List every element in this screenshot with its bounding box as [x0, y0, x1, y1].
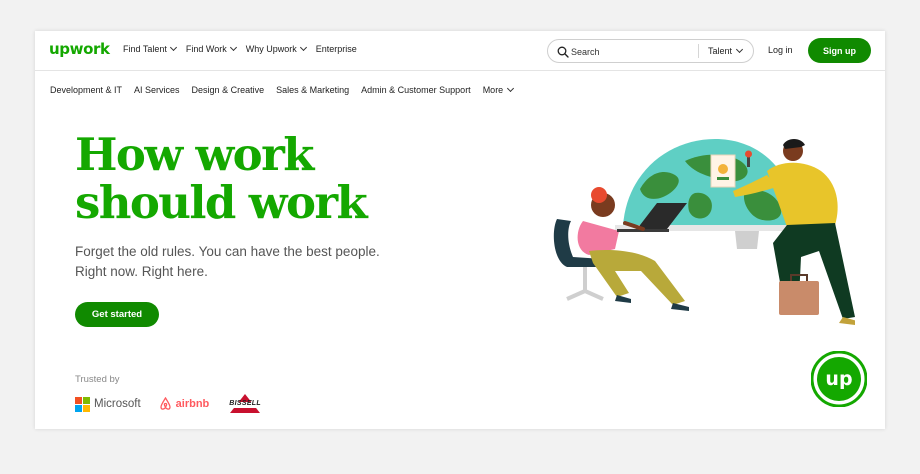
bissell-name: BISSELL [229, 399, 261, 407]
badge-text: up [825, 368, 852, 390]
nav-why-upwork[interactable]: Why Upwork [245, 43, 307, 54]
category-nav: Development & IT AI Services Design & Cr… [50, 84, 515, 95]
airbnb-icon [160, 397, 171, 410]
category-sales-marketing[interactable]: Sales & Marketing [276, 85, 349, 95]
microsoft-name: Microsoft [94, 398, 141, 410]
airbnb-name: airbnb [175, 398, 210, 410]
hero-illustration [553, 139, 855, 325]
hero-subtitle: Forget the old rules. You can have the b… [75, 244, 380, 279]
nav-find-talent[interactable]: Find Talent [123, 43, 177, 54]
upwork-up-badge-icon[interactable]: up [811, 351, 867, 407]
trusted-logos: Microsoft airbnb BISSELL [75, 393, 299, 415]
bissell-logo: BISSELL [227, 393, 299, 415]
signup-button[interactable]: Sign up [808, 38, 871, 63]
login-link[interactable]: Log in [768, 45, 793, 55]
chevron-down-icon [735, 45, 744, 54]
nav-links: Find Talent Find Work Why Upwork Enterpr… [123, 43, 357, 54]
category-more[interactable]: More [482, 84, 515, 95]
search-divider [698, 44, 699, 58]
nav-find-talent-label: Find Talent [123, 44, 167, 54]
search-scope-label: Talent [708, 46, 733, 56]
nav-enterprise[interactable]: Enterprise [316, 44, 357, 54]
microsoft-logo: Microsoft [75, 396, 141, 412]
search-bar: Talent [547, 39, 754, 63]
chevron-down-icon [169, 43, 177, 52]
chevron-down-icon [229, 43, 237, 52]
category-design-creative[interactable]: Design & Creative [192, 85, 265, 95]
microsoft-grid-icon [75, 396, 90, 412]
get-started-button[interactable]: Get started [75, 302, 159, 327]
search-input[interactable] [571, 44, 691, 60]
nav-find-work-label: Find Work [185, 44, 227, 54]
upwork-logo[interactable]: upwork [49, 40, 110, 58]
search-scope-dropdown[interactable]: Talent [708, 45, 744, 56]
search-icon[interactable] [557, 46, 569, 58]
chevron-down-icon [507, 84, 515, 93]
trusted-by-label: Trusted by [75, 374, 120, 385]
category-development-it[interactable]: Development & IT [50, 85, 122, 95]
nav-find-work[interactable]: Find Work [185, 43, 237, 54]
airbnb-logo: airbnb [159, 397, 210, 411]
nav-why-upwork-label: Why Upwork [245, 44, 297, 54]
hero-title: How work should work [75, 128, 368, 229]
category-ai-services[interactable]: AI Services [134, 85, 180, 95]
category-admin-support[interactable]: Admin & Customer Support [361, 85, 471, 95]
page: upwork Find Talent Find Work Why Upwork … [35, 31, 885, 429]
category-more-label: More [482, 85, 504, 95]
chevron-down-icon [299, 43, 307, 52]
top-nav: upwork Find Talent Find Work Why Upwork … [35, 31, 885, 71]
nav-enterprise-label: Enterprise [315, 44, 357, 54]
